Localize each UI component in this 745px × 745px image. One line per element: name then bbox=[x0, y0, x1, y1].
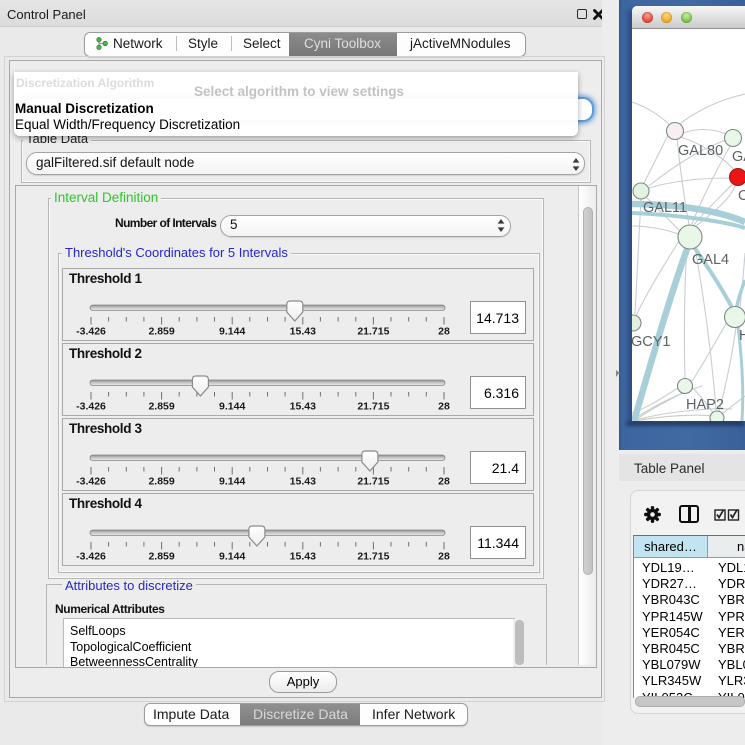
svg-text:28: 28 bbox=[438, 326, 450, 338]
svg-text:21.715: 21.715 bbox=[357, 551, 389, 563]
svg-text:9.144: 9.144 bbox=[219, 326, 245, 338]
svg-text:9.144: 9.144 bbox=[219, 401, 245, 413]
svg-text:-3.426: -3.426 bbox=[76, 476, 106, 488]
svg-text:GAL80: GAL80 bbox=[678, 143, 723, 159]
svg-text:C: C bbox=[738, 188, 745, 204]
svg-text:2.859: 2.859 bbox=[148, 326, 174, 338]
svg-text:2.859: 2.859 bbox=[148, 401, 174, 413]
svg-text:HAP2: HAP2 bbox=[686, 397, 724, 413]
svg-text:GAL11: GAL11 bbox=[643, 200, 687, 216]
svg-text:28: 28 bbox=[438, 551, 450, 563]
svg-text:15.43: 15.43 bbox=[290, 476, 316, 488]
svg-text:-3.426: -3.426 bbox=[76, 401, 106, 413]
svg-text:21.715: 21.715 bbox=[357, 401, 389, 413]
svg-text:2.859: 2.859 bbox=[148, 551, 174, 563]
svg-text:H: H bbox=[739, 328, 745, 344]
svg-text:GA: GA bbox=[732, 149, 745, 165]
svg-text:9.144: 9.144 bbox=[219, 476, 245, 488]
svg-text:2.859: 2.859 bbox=[148, 476, 174, 488]
svg-text:GAL4: GAL4 bbox=[692, 252, 729, 268]
svg-text:28: 28 bbox=[438, 401, 450, 413]
svg-text:GCY1: GCY1 bbox=[632, 334, 671, 350]
svg-text:15.43: 15.43 bbox=[290, 401, 316, 413]
svg-text:9.144: 9.144 bbox=[219, 551, 245, 563]
svg-text:21.715: 21.715 bbox=[357, 476, 389, 488]
svg-text:15.43: 15.43 bbox=[290, 551, 316, 563]
svg-text:21.715: 21.715 bbox=[357, 326, 389, 338]
svg-text:-3.426: -3.426 bbox=[76, 551, 106, 563]
svg-text:15.43: 15.43 bbox=[290, 326, 316, 338]
svg-text:-3.426: -3.426 bbox=[76, 326, 106, 338]
svg-text:28: 28 bbox=[438, 476, 450, 488]
